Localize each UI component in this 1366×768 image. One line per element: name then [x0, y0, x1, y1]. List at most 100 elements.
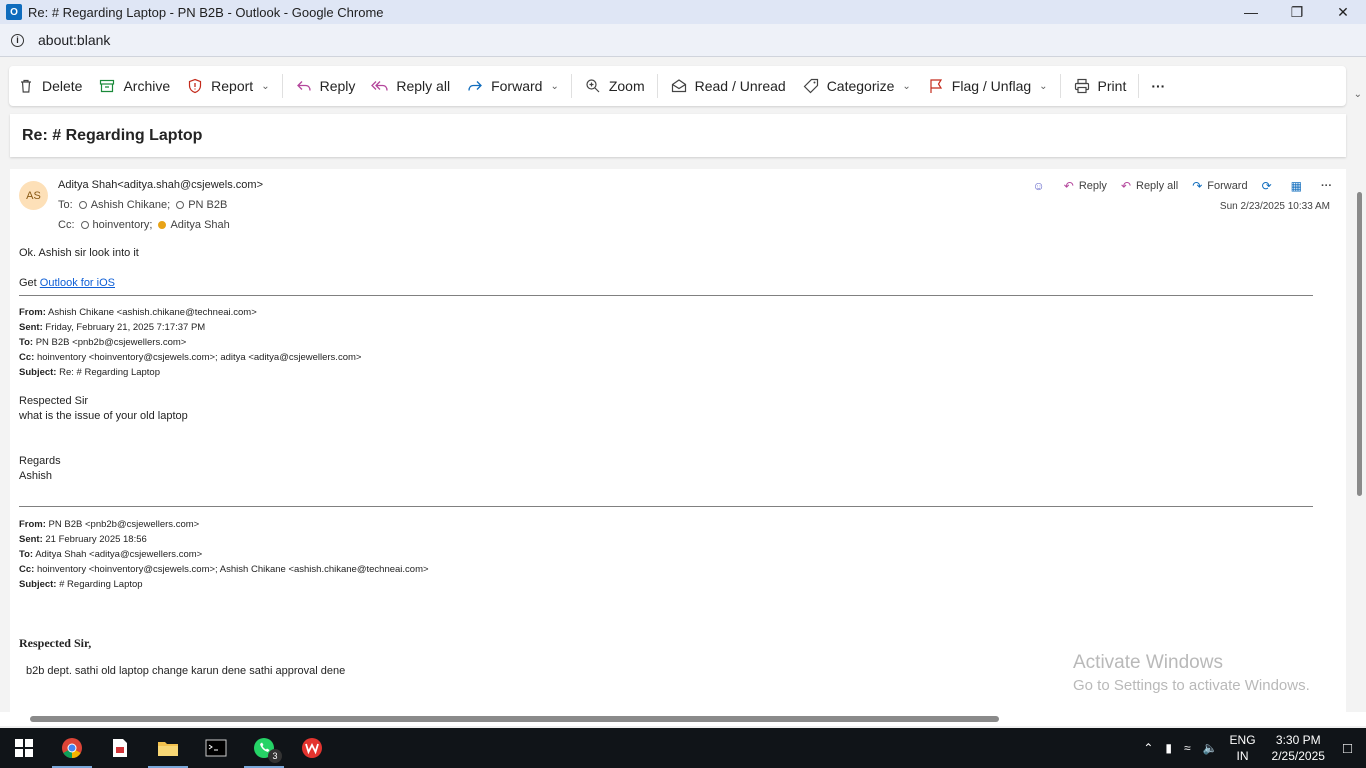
chevron-down-icon[interactable]: ⌄: [1039, 81, 1047, 92]
url-text[interactable]: about:blank: [38, 32, 110, 48]
message-more-button[interactable]: ···: [1321, 180, 1332, 192]
taskbar-terminal[interactable]: [192, 728, 240, 768]
reply-icon: ↶: [1063, 179, 1074, 193]
outlook-for-ios-link[interactable]: Outlook for iOS: [40, 277, 115, 289]
speaker-icon[interactable]: 🔈: [1203, 741, 1218, 755]
presence-icon: [78, 201, 87, 209]
reply-button[interactable]: Reply: [287, 70, 364, 102]
chevron-down-icon[interactable]: ⌄: [261, 81, 269, 92]
react-button[interactable]: ☺: [1032, 179, 1049, 193]
reply-all-icon: ↶: [1120, 179, 1131, 193]
delete-button[interactable]: Delete: [9, 70, 90, 102]
archive-button[interactable]: Archive: [90, 70, 178, 102]
reply-all-button[interactable]: Reply all: [363, 70, 458, 102]
inline-reply-all-button[interactable]: ↶ Reply all: [1121, 179, 1178, 193]
quoted-header: From: Ashish Chikane <ashish.chikane@tec…: [19, 305, 1313, 380]
close-button[interactable]: ✕: [1320, 0, 1366, 24]
chevron-down-icon[interactable]: ⌄: [550, 81, 558, 92]
reply-icon: [295, 77, 313, 95]
forward-label: Forward: [491, 78, 543, 94]
categorize-button[interactable]: Categorize ⌄: [794, 70, 919, 102]
taskbar-whatsapp[interactable]: 3: [240, 728, 288, 768]
minimize-button[interactable]: —: [1228, 0, 1274, 24]
sender[interactable]: Aditya Shah<aditya.shah@csjewels.com>: [58, 179, 263, 191]
zoom-label: Zoom: [608, 78, 645, 94]
battery-icon[interactable]: ▮: [1165, 741, 1172, 755]
recipient-name: hoinventory;: [92, 219, 153, 231]
horizontal-scrollbar[interactable]: [0, 712, 1366, 726]
smiley-icon: ☺: [1032, 179, 1045, 193]
start-button[interactable]: [0, 728, 48, 768]
signature-line: Get Outlook for iOS: [19, 277, 1313, 289]
header-label: Sent:: [19, 534, 43, 545]
inline-forward-button[interactable]: ↷ Forward: [1192, 179, 1247, 193]
wifi-icon[interactable]: ≈: [1184, 741, 1191, 755]
archive-icon: [98, 77, 116, 95]
horizontal-scroll-thumb[interactable]: [30, 716, 999, 722]
zoom-button[interactable]: Zoom: [576, 70, 653, 102]
apps-grid-icon: ▦: [1290, 179, 1302, 193]
print-label: Print: [1097, 78, 1127, 94]
collapse-toolbar-chevron-icon[interactable]: ⌄: [1354, 89, 1362, 100]
taskbar-chrome[interactable]: [48, 728, 96, 768]
taskbar-file-explorer[interactable]: [144, 728, 192, 768]
clock[interactable]: 3:30 PM 2/25/2025: [1272, 732, 1325, 764]
activate-windows-watermark: Activate Windows Go to Settings to activ…: [1073, 652, 1310, 694]
report-button[interactable]: Report ⌄: [178, 70, 277, 102]
print-button[interactable]: Print: [1065, 70, 1135, 102]
forward-button[interactable]: Forward ⌄: [458, 70, 567, 102]
quoted-text: what is the issue of your old laptop: [19, 410, 188, 422]
archive-label: Archive: [123, 78, 171, 94]
read-unread-button[interactable]: Read / Unread: [662, 70, 794, 102]
taskbar-wps-office[interactable]: [288, 728, 336, 768]
recipient-chip[interactable]: Ashish Chikane;: [78, 199, 170, 211]
categorize-label: Categorize: [826, 78, 895, 94]
window-title: Re: # Regarding Laptop - PN B2B - Outloo…: [28, 4, 384, 20]
watermark-title: Activate Windows: [1073, 652, 1223, 673]
taskbar-document-app[interactable]: [96, 728, 144, 768]
loop-button[interactable]: ⟳: [1262, 179, 1277, 193]
restore-button[interactable]: ❐: [1274, 0, 1320, 24]
address-bar[interactable]: i about:blank: [0, 24, 1366, 57]
chevron-down-icon[interactable]: ⌄: [902, 81, 910, 92]
terminal-icon: [205, 739, 227, 757]
chevron-up-icon[interactable]: ⌃: [1143, 741, 1153, 755]
notifications-icon[interactable]: □: [1343, 740, 1352, 757]
reading-pane: Delete Archive Report ⌄ Reply Reply all …: [0, 57, 1366, 712]
message-actions: ☺ ↶ Reply ↶ Reply all ↷ Forward ⟳ ▦ ···: [1018, 179, 1332, 193]
inline-reply-button[interactable]: ↶ Reply: [1064, 179, 1107, 193]
reply-all-label: Reply all: [1136, 180, 1179, 192]
header-label: Sent:: [19, 322, 43, 333]
watermark-subtitle: Go to Settings to activate Windows.: [1073, 677, 1310, 694]
recipient-chip[interactable]: hoinventory;: [80, 219, 153, 231]
toolbar-divider: [281, 74, 283, 98]
recipient-chip[interactable]: Aditya Shah: [158, 219, 230, 231]
envelope-open-icon: [670, 77, 688, 95]
reply-label: Reply: [319, 78, 356, 94]
header-label: To:: [19, 337, 34, 348]
info-icon[interactable]: i: [11, 33, 24, 47]
get-text: Get: [19, 277, 40, 289]
more-icon: ···: [1151, 78, 1166, 94]
loop-icon: ⟳: [1261, 179, 1272, 193]
flag-unflag-button[interactable]: Flag / Unflag ⌄: [919, 70, 1056, 102]
quoted-greeting: Respected Sir,: [19, 636, 92, 650]
browser-title-bar: O Re: # Regarding Laptop - PN B2B - Outl…: [0, 0, 1366, 24]
notification-badge: 3: [268, 749, 282, 763]
recipient-chip[interactable]: PN B2B: [176, 199, 227, 211]
reply-all-icon: [371, 77, 389, 95]
recipient-name: PN B2B: [188, 199, 228, 211]
recipient-name: Aditya Shah: [170, 219, 230, 231]
more-options-button[interactable]: ···: [1143, 70, 1173, 102]
quote-divider: [19, 295, 1313, 296]
input-language[interactable]: ENG IN: [1230, 732, 1256, 764]
vertical-scroll-thumb[interactable]: [1357, 192, 1362, 496]
reply-all-label: Reply all: [396, 78, 451, 94]
header-value: Aditya Shah <aditya@csjewellers.com>: [33, 549, 203, 560]
avatar[interactable]: AS: [19, 181, 48, 210]
vertical-scrollbar[interactable]: [1353, 173, 1366, 712]
toolbar-divider: [1138, 74, 1140, 98]
flag-unflag-label: Flag / Unflag: [951, 78, 1032, 94]
header-value: Re: # Regarding Laptop: [56, 367, 161, 378]
apps-button[interactable]: ▦: [1291, 179, 1307, 193]
